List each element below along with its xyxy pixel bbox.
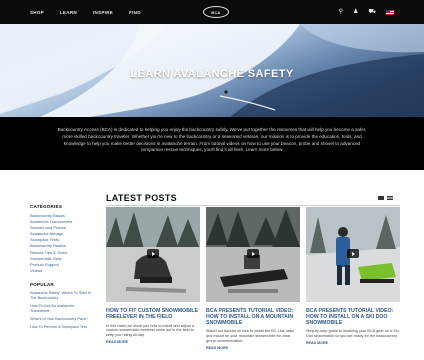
play-icon[interactable] [347,249,359,258]
post-thumbnail[interactable] [306,207,400,302]
location-icon[interactable]: ⚲ [339,9,343,15]
post-excerpt: Watch our tutorial on how to install the… [206,329,295,343]
grid-view-icon[interactable] [378,196,384,200]
section-divider [106,205,400,206]
user-icon[interactable]: ♟ [353,9,358,15]
hero-banner: LEARN AVALANCHE SAFETY [0,24,424,117]
post-title[interactable]: BCA PRESENTS TUTORIAL VIDEO: HOW TO INST… [306,308,400,326]
list-view-icon[interactable] [387,196,393,200]
cart-icon[interactable]: ⛟ [368,9,376,15]
category-link[interactable]: Videos [30,268,92,274]
post-card: BCA PRESENTS TUTORIAL VIDEO: HOW TO INST… [306,207,400,345]
hero-title: LEARN AVALANCHE SAFETY [130,68,294,80]
read-more-link[interactable]: READ MORE [206,346,300,350]
intro-section: Backcountry Access (BCA) is dedicated to… [0,117,424,170]
popular-section: POPULAR Avalanche Safety: Where To Start… [30,282,92,330]
post-title[interactable]: BCA PRESENTS TUTORIAL VIDEO: HOW TO INST… [206,308,300,326]
read-more-link[interactable]: READ MORE [106,340,200,344]
blog-sidebar: CATEGORIES Backcountry Basics Avalanche … [30,204,92,333]
nav-item-learn[interactable]: LEARN [60,10,77,15]
play-icon[interactable] [247,249,259,258]
logo-text: BCA [211,9,221,15]
nav-utilities: ⚲ ♟ ⛟ [339,0,394,24]
play-icon[interactable] [147,249,159,258]
post-title[interactable]: HOW TO FIT CUSTOM SNOWMOBILE FREELEVER I… [106,308,200,321]
popular-post-link[interactable]: How To Perform A Snowpack Test [30,325,92,330]
post-thumbnail[interactable] [206,207,300,302]
latest-posts-heading: LATEST POSTS [106,193,177,203]
popular-post-link[interactable]: How To Use An Avalanche Transceiver [30,304,92,314]
popular-heading: POPULAR [30,281,54,287]
nav-item-shop[interactable]: SHOP [30,10,44,15]
post-card: HOW TO FIT CUSTOM SNOWMOBILE FREELEVER I… [106,207,200,344]
us-flag-icon[interactable] [386,9,394,15]
post-excerpt: In this video we show you how to install… [106,323,195,338]
popular-post-link[interactable]: What's In Your Backcountry Pack? [30,317,92,322]
post-card: BCA PRESENTS TUTORIAL VIDEO: HOW TO INST… [206,207,300,350]
top-nav: SHOP LEARN INSPIRE FIND BCA ⚲ ♟ ⛟ [0,0,424,24]
post-excerpt: Step-by-step guide to installing your BC… [306,329,400,339]
nav-item-find[interactable]: FIND [129,10,141,15]
categories-heading: CATEGORIES [30,204,63,209]
main-menu: SHOP LEARN INSPIRE FIND [30,0,141,24]
intro-text: Backcountry Access (BCA) is dedicated to… [57,127,367,153]
post-thumbnail[interactable] [106,207,200,302]
read-more-link[interactable]: READ MORE [306,341,400,345]
view-toggle [378,196,393,200]
brand-logo[interactable]: BCA [203,6,229,18]
nav-item-inspire[interactable]: INSPIRE [93,10,113,15]
popular-post-link[interactable]: Avalanche Safety: Where To Start In The … [30,291,92,301]
